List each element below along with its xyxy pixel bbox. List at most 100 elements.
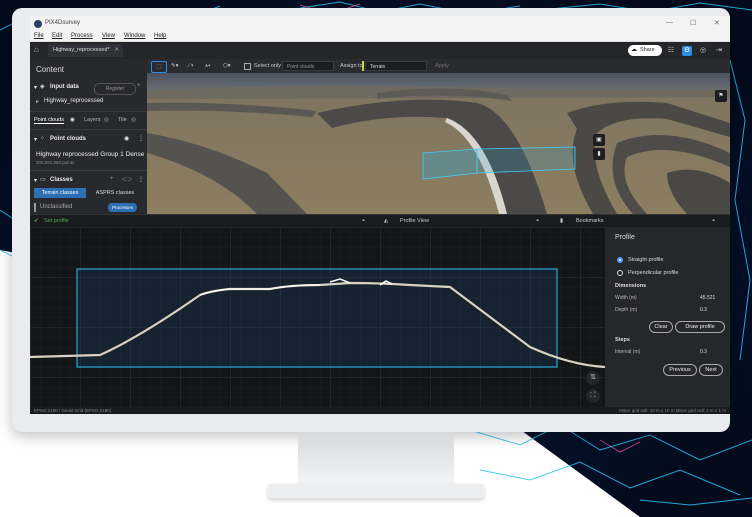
add-icon[interactable]: + bbox=[110, 176, 114, 182]
globe-icon[interactable]: ◎ bbox=[698, 46, 708, 56]
menu-view[interactable]: View bbox=[102, 33, 115, 39]
register-button[interactable]: Register bbox=[94, 83, 136, 95]
more-icon[interactable]: ⋮ bbox=[138, 135, 144, 142]
menu-file[interactable]: File bbox=[34, 33, 44, 39]
line-tool-icon[interactable]: ⟋▾ bbox=[187, 61, 194, 71]
point-cloud-name[interactable]: Highway reprocessed Group 1 Dense bbox=[36, 151, 144, 158]
collapse-icon[interactable]: ⩡ bbox=[712, 218, 715, 225]
grid-status: Major grid cell: 10 m x 10 m Minor grid … bbox=[619, 408, 726, 413]
assign-to-label: Assign to bbox=[340, 63, 363, 69]
pin-icon[interactable]: ⚑ bbox=[715, 90, 727, 102]
classes-section[interactable]: ▾ ▭ Classes + ⊂⊃ ⋮ bbox=[30, 174, 147, 187]
profile-view-icon: ◭ bbox=[384, 218, 389, 224]
minimize-button[interactable]: — bbox=[666, 19, 673, 26]
subtab-point-clouds[interactable]: Point clouds bbox=[34, 117, 64, 124]
tab-label: Highway_reprocessed* bbox=[53, 47, 110, 53]
class-color-swatch bbox=[34, 203, 36, 212]
export-icon[interactable]: ⇥ bbox=[714, 46, 724, 56]
point-clouds-dropdown[interactable]: Point clouds bbox=[282, 61, 334, 71]
home-icon[interactable]: ⌂ bbox=[34, 45, 39, 54]
toggle-icon[interactable]: ⊂⊃ bbox=[122, 176, 132, 183]
view-toolbar: ⬚ ✎▾ ⟋▾ ⩚▾ ⬡▾ Select only Point clouds A… bbox=[147, 59, 730, 73]
layers-icon: ◈ bbox=[40, 84, 45, 90]
select-tool-icon[interactable]: ⬚ bbox=[151, 61, 167, 73]
close-button[interactable]: ✕ bbox=[714, 19, 720, 27]
straight-profile-radio[interactable] bbox=[617, 257, 623, 263]
close-tab-icon[interactable]: ✕ bbox=[114, 44, 119, 57]
unclassified-row[interactable]: Unclassified Processes bbox=[30, 201, 147, 214]
pencil-tool-icon[interactable]: ✎▾ bbox=[171, 61, 178, 71]
eye-icon[interactable]: ◎ bbox=[104, 117, 109, 123]
depth-value[interactable]: 0.3 bbox=[700, 307, 707, 313]
crs-status: EPSG:2180 / Geoid Grid (EPSG:2180) bbox=[34, 408, 112, 413]
classes-heading: Classes bbox=[50, 177, 73, 183]
menu-help[interactable]: Help bbox=[154, 33, 166, 39]
content-title: Content bbox=[36, 65, 65, 74]
menu-bar: File Edit Process View Window Help bbox=[30, 32, 730, 42]
clear-button[interactable]: Clear bbox=[649, 321, 673, 333]
eye-icon[interactable]: ◉ bbox=[124, 135, 129, 142]
panel-subtabs: Point clouds ◉ Layers ◎ Tile ◎ bbox=[30, 114, 147, 127]
select-only-checkbox[interactable] bbox=[244, 62, 251, 70]
profile-panel: Profile Straight profile Perpendicular p… bbox=[605, 227, 730, 407]
processes-badge[interactable]: Processes bbox=[108, 203, 138, 212]
set-profile-label[interactable]: Set profile bbox=[44, 218, 69, 224]
unclassified-label: Unclassified bbox=[40, 204, 73, 210]
swap-axes-icon[interactable]: ⇅ bbox=[586, 371, 600, 385]
3d-point-cloud-view[interactable] bbox=[147, 73, 730, 214]
divider bbox=[30, 111, 147, 112]
menu-window[interactable]: Window bbox=[124, 33, 145, 39]
app-title: PIX4Dsurvey bbox=[45, 20, 81, 26]
perpendicular-profile-radio[interactable] bbox=[617, 270, 623, 276]
profile-view-tab[interactable]: Profile View bbox=[400, 218, 429, 224]
interval-value[interactable]: 0.3 bbox=[700, 349, 707, 355]
previous-button[interactable]: Previous bbox=[663, 364, 697, 376]
subtab-layers[interactable]: Layers bbox=[84, 117, 101, 123]
draw-profile-button[interactable]: Draw profile bbox=[675, 321, 725, 333]
cloud-icon: ☁ bbox=[631, 47, 637, 53]
profile-view-canvas[interactable] bbox=[30, 227, 605, 407]
tab-asprs-classes[interactable]: ASPRS classes bbox=[88, 188, 142, 198]
class-color-swatch bbox=[362, 61, 364, 71]
sliders-icon[interactable]: ☷ bbox=[666, 46, 676, 56]
eye-icon[interactable]: ◉ bbox=[70, 117, 75, 123]
point-cloud-icon: ⁘ bbox=[40, 136, 46, 142]
road-tool-icon[interactable]: ⩚▾ bbox=[205, 61, 210, 71]
menu-edit[interactable]: Edit bbox=[52, 33, 62, 39]
maximize-button[interactable]: ☐ bbox=[690, 19, 696, 27]
next-button[interactable]: Next bbox=[699, 364, 723, 376]
tab-highway-reprocessed[interactable]: Highway_reprocessed* ✕ bbox=[48, 44, 123, 57]
title-bar: PIX4Dsurvey — ☐ ✕ bbox=[30, 16, 730, 32]
fit-view-icon[interactable]: ⛶ bbox=[586, 389, 600, 403]
interval-label: Interval (m) bbox=[615, 349, 641, 355]
point-clouds-heading: Point clouds bbox=[50, 136, 86, 142]
tab-terrain-classes[interactable]: Terrain classes bbox=[34, 188, 86, 198]
map-layers-icon[interactable]: ▣ bbox=[593, 134, 605, 146]
polygon-tool-icon[interactable]: ⬡▾ bbox=[223, 61, 231, 71]
tab-bar: ⌂ Highway_reprocessed* ✕ ☁ Share ☷ ⚙ ◎ ⇥ bbox=[30, 42, 730, 59]
divider bbox=[30, 129, 147, 130]
input-data-section[interactable]: ▾ ◈ Input data Register + bbox=[30, 81, 147, 95]
add-icon[interactable]: + bbox=[137, 83, 141, 89]
terrain-dropdown[interactable]: Terrain bbox=[365, 61, 427, 71]
straight-profile-label: Straight profile bbox=[628, 257, 664, 263]
bookmarks-tab[interactable]: Bookmarks bbox=[576, 218, 604, 224]
collapse-icon[interactable]: ⩡ bbox=[362, 218, 365, 225]
input-data-heading: Input data bbox=[50, 84, 79, 90]
bookmark-icon: ▮ bbox=[560, 218, 564, 224]
apply-button[interactable]: Apply bbox=[435, 61, 449, 71]
bookmark-icon[interactable]: ▮ bbox=[593, 148, 605, 160]
menu-process[interactable]: Process bbox=[71, 33, 93, 39]
share-button[interactable]: ☁ Share bbox=[628, 45, 662, 56]
point-clouds-section[interactable]: ▾ ⁘ Point clouds ◉ ⋮ bbox=[30, 133, 147, 146]
width-value[interactable]: 45.521 bbox=[700, 295, 715, 301]
monitor-stand-neck bbox=[298, 432, 454, 486]
collapse-icon[interactable]: ⩡ bbox=[536, 218, 539, 225]
subtab-tile[interactable]: Tile bbox=[118, 117, 127, 123]
profile-title: Profile bbox=[615, 234, 635, 241]
eye-icon[interactable]: ◎ bbox=[131, 117, 136, 123]
input-data-item[interactable]: ▸ Highway_reprocessed bbox=[30, 95, 147, 108]
settings-icon[interactable]: ⚙ bbox=[682, 46, 692, 56]
more-icon[interactable]: ⋮ bbox=[138, 176, 144, 183]
perpendicular-profile-label: Perpendicular profile bbox=[628, 270, 679, 276]
